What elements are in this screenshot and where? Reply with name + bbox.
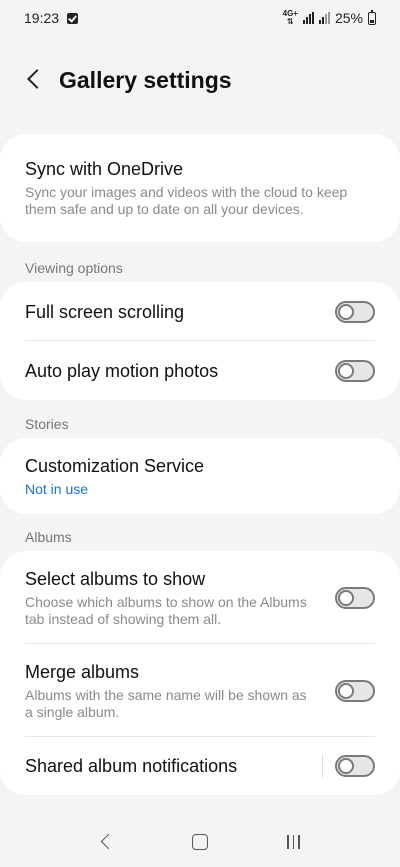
sync-title: Sync with OneDrive xyxy=(25,159,184,179)
setting-title: Full screen scrolling xyxy=(25,301,185,322)
signal-icon xyxy=(302,12,314,24)
setting-title: Auto play motion photos xyxy=(25,360,219,381)
setting-description: Choose which albums to show on the Album… xyxy=(25,593,307,627)
sync-description: Sync your images and videos with the clo… xyxy=(25,184,348,217)
auto-play-motion-toggle[interactable] xyxy=(335,359,375,382)
network-activity: ⇅ xyxy=(286,17,294,26)
battery-percent: 25% xyxy=(334,10,363,26)
sync-card: Sync with OneDrive Sync your images and … xyxy=(0,134,400,242)
setting-title: Merge albums xyxy=(25,661,140,682)
stories-card: Customization Service Not in use xyxy=(0,438,400,514)
select-albums-toggle[interactable] xyxy=(335,586,375,609)
setting-title: Shared album notifications xyxy=(25,756,238,776)
setting-full-screen-scrolling[interactable]: Full screen scrolling xyxy=(0,282,400,341)
notification-check-icon xyxy=(67,12,79,24)
setting-description: Albums with the same name will be shown … xyxy=(25,686,307,720)
albums-card: Select albums to show Choose which album… xyxy=(0,551,400,795)
page-header: Gallery settings xyxy=(0,58,400,102)
setting-customization-service[interactable]: Customization Service Not in use xyxy=(0,438,400,514)
setting-shared-album-notifications[interactable]: Shared album notifications xyxy=(0,737,400,795)
status-bar: 19:23 4G+ ⇅ 25% xyxy=(0,0,400,36)
setting-merge-albums[interactable]: Merge albums Albums with the same name w… xyxy=(0,644,400,737)
nav-recent-apps-icon[interactable] xyxy=(278,827,308,857)
viewing-card: Full screen scrolling Auto play motion p… xyxy=(0,282,400,400)
nav-back-icon[interactable] xyxy=(92,827,122,857)
full-screen-scrolling-toggle[interactable] xyxy=(335,300,375,323)
signal-icon-sim2 xyxy=(318,12,330,24)
setting-title: Select albums to show xyxy=(25,568,206,589)
back-arrow-icon[interactable] xyxy=(12,58,56,102)
setting-auto-play-motion[interactable]: Auto play motion photos xyxy=(0,341,400,400)
merge-albums-toggle[interactable] xyxy=(335,679,375,702)
status-time: 19:23 xyxy=(24,10,60,26)
section-label-viewing: Viewing options xyxy=(25,260,123,276)
vertical-separator xyxy=(322,754,323,778)
shared-album-notifications-toggle[interactable] xyxy=(335,755,375,777)
section-label-stories: Stories xyxy=(25,416,69,432)
battery-icon xyxy=(368,9,376,25)
nav-home-icon[interactable] xyxy=(185,827,215,857)
status-right: 4G+ ⇅ 25% xyxy=(283,9,376,26)
setting-title: Customization Service xyxy=(25,456,205,476)
setting-status: Not in use xyxy=(25,481,89,497)
navigation-bar xyxy=(0,817,400,867)
page-title: Gallery settings xyxy=(59,66,232,93)
setting-select-albums[interactable]: Select albums to show Choose which album… xyxy=(0,551,400,644)
sync-onedrive-item[interactable]: Sync with OneDrive Sync your images and … xyxy=(0,134,400,242)
section-label-albums: Albums xyxy=(25,529,72,545)
status-left: 19:23 xyxy=(24,10,79,26)
network-indicator: 4G+ ⇅ xyxy=(283,10,298,26)
